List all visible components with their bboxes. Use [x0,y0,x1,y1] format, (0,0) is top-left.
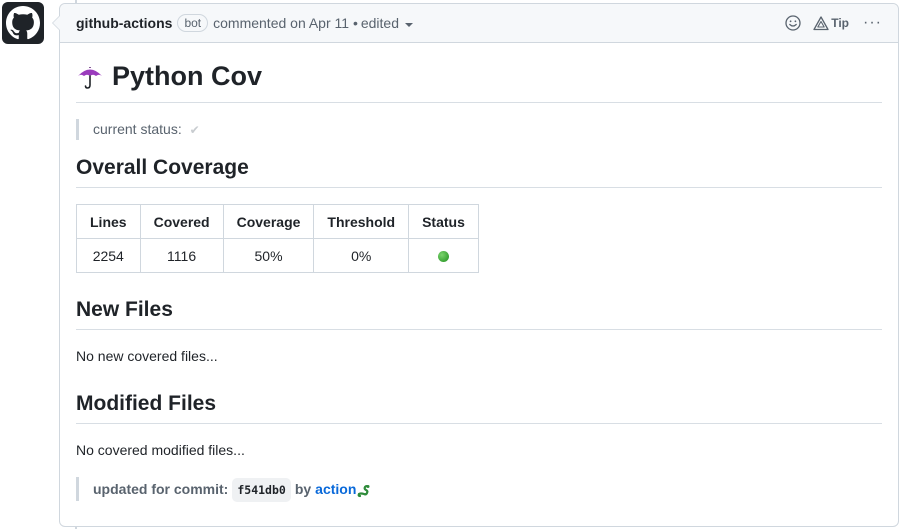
overall-coverage-heading: Overall Coverage [76,156,882,188]
add-reaction-button[interactable] [785,15,801,31]
commit-sha: f541db0 [232,478,291,502]
modified-files-text: No covered modified files... [76,442,245,458]
python-snake-icon [357,485,370,498]
cell-lines: 2254 [76,238,141,273]
github-avatar[interactable] [2,2,44,44]
col-coverage: Coverage [222,204,315,239]
table-header-row: Lines Covered Coverage Threshold Status [76,204,479,239]
cell-threshold: 0% [313,238,410,273]
edited-dropdown[interactable]: edited [360,15,414,31]
comment-title: Python Cov [76,59,882,103]
author-link[interactable]: github-actions [76,15,172,31]
action-link[interactable]: action [315,479,356,499]
header-actions: Tip ··· [785,15,882,31]
comment-box: github-actions bot commented on Apr 11 •… [52,3,899,527]
copilot-tip-icon [813,15,829,30]
new-files-heading: New Files [76,298,882,330]
comment-header: github-actions bot commented on Apr 11 •… [60,4,898,43]
smiley-icon [785,15,801,31]
col-threshold: Threshold [313,204,410,239]
tip-button[interactable]: Tip [813,15,850,31]
col-status: Status [408,204,479,239]
comment-date[interactable]: commented on Apr 11 • [213,15,358,31]
status-quote: current status: ✔ [76,119,882,140]
check-mark-icon: ✔ [189,123,200,137]
new-files-text: No new covered files... [76,348,218,364]
chevron-down-icon [405,22,414,27]
col-lines: Lines [76,204,141,239]
footer-prefix: updated for commit: [93,481,229,497]
cell-coverage: 50% [222,238,315,273]
footer-quote: updated for commit: f541db0 by action [76,477,882,502]
footer-by: by [294,481,312,497]
comment-body: Python Cov current status: ✔ Overall Cov… [60,43,898,502]
green-circle-icon [437,251,449,263]
table-row: 2254 1116 50% 0% [76,238,479,273]
title-text: Python Cov [112,61,263,91]
bot-badge: bot [177,14,209,32]
cell-status [408,238,479,273]
edited-label: edited [360,15,400,31]
modified-files-heading: Modified Files [76,392,882,424]
cell-covered: 1116 [139,238,224,273]
umbrella-icon [76,64,104,90]
tip-label: Tip [831,16,850,30]
col-covered: Covered [139,204,224,239]
status-label: current status: [93,121,182,137]
github-logo-icon [6,6,40,40]
kebab-horizontal-icon[interactable]: ··· [863,15,882,31]
coverage-table: Lines Covered Coverage Threshold Status … [76,204,479,273]
